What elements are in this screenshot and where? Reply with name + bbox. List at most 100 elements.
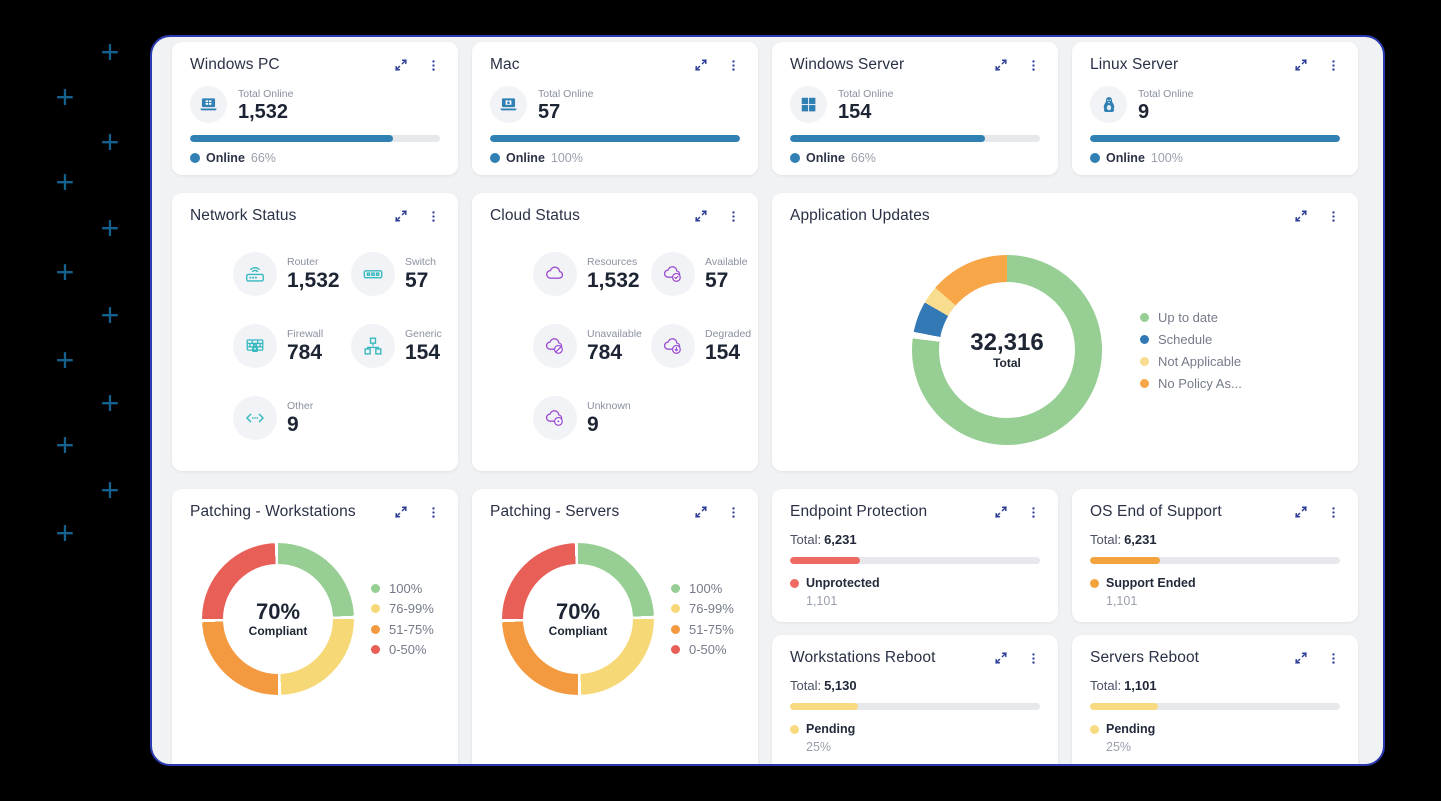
network-item-generic: Generic 154: [351, 324, 458, 368]
menu-button[interactable]: [1327, 59, 1340, 72]
kebab-icon: [1027, 59, 1040, 72]
laptop-windows-icon: [190, 86, 227, 123]
expand-icon: [1294, 651, 1308, 665]
expand-icon: [694, 209, 708, 223]
card-linux-server: Linux Server Total Online 9 Online: [1072, 42, 1358, 175]
laptop-apple-icon: [490, 86, 527, 123]
expand-button[interactable]: [394, 209, 408, 223]
menu-button[interactable]: [727, 506, 740, 519]
metric-value: 57: [538, 102, 593, 122]
expand-button[interactable]: [1294, 651, 1308, 665]
donut-center-label: Compliant: [249, 624, 308, 638]
item-label: Firewall: [287, 328, 323, 340]
legend-value: 25%: [1106, 740, 1340, 754]
legend-label: 100%: [689, 581, 722, 596]
item-value: 154: [705, 342, 751, 364]
firewall-icon: [233, 324, 277, 368]
network-item-switch: Switch 57: [351, 252, 458, 296]
kebab-icon: [1027, 506, 1040, 519]
legend-item: 0-50%: [371, 642, 434, 657]
cloud-unavailable-icon: [533, 324, 577, 368]
switch-icon: [351, 252, 395, 296]
progress-fill: [490, 135, 740, 142]
expand-button[interactable]: [694, 209, 708, 223]
expand-button[interactable]: [994, 58, 1008, 72]
network-item-firewall: Firewall 784: [233, 324, 351, 368]
total-line: Total:1,101: [1090, 678, 1340, 693]
menu-button[interactable]: [1327, 652, 1340, 665]
status-row: Online 66%: [190, 151, 440, 165]
expand-button[interactable]: [394, 505, 408, 519]
plus-icon: +: [56, 344, 75, 376]
legend-dot: [371, 625, 380, 634]
kebab-icon: [727, 506, 740, 519]
metric-label: Total Online: [1138, 88, 1193, 100]
status-row: Online 66%: [790, 151, 1040, 165]
patching-workstations-donut: 70% Compliant: [202, 543, 354, 695]
status-dot: [1090, 153, 1100, 163]
card-title: Application Updates: [790, 207, 1294, 225]
legend-label: 76-99%: [689, 601, 734, 616]
legend-dot: [1090, 725, 1099, 734]
legend-item: Schedule: [1140, 332, 1242, 347]
router-icon: [233, 252, 277, 296]
legend-item: 51-75%: [371, 622, 434, 637]
expand-button[interactable]: [1294, 58, 1308, 72]
menu-button[interactable]: [1327, 210, 1340, 223]
menu-button[interactable]: [427, 506, 440, 519]
menu-button[interactable]: [1027, 59, 1040, 72]
menu-button[interactable]: [1327, 506, 1340, 519]
item-label: Generic: [405, 328, 442, 340]
progress-track: [1090, 557, 1340, 564]
legend-item: 0-50%: [671, 642, 734, 657]
cloud-item-available: Available 57: [651, 252, 758, 296]
status-dot: [790, 153, 800, 163]
expand-button[interactable]: [694, 505, 708, 519]
expand-button[interactable]: [394, 58, 408, 72]
item-value: 1,532: [287, 270, 340, 292]
card-patching-servers: Patching - Servers 70% Compliant 100% 76…: [472, 489, 758, 766]
expand-icon: [694, 505, 708, 519]
item-value: 57: [705, 270, 747, 292]
expand-icon: [694, 58, 708, 72]
plus-icon: +: [101, 387, 120, 419]
expand-button[interactable]: [994, 651, 1008, 665]
menu-button[interactable]: [427, 59, 440, 72]
expand-icon: [394, 58, 408, 72]
progress-fill: [190, 135, 393, 142]
expand-button[interactable]: [694, 58, 708, 72]
legend-label: Pending: [806, 722, 855, 736]
expand-button[interactable]: [1294, 209, 1308, 223]
menu-button[interactable]: [727, 59, 740, 72]
expand-icon: [994, 58, 1008, 72]
progress-track: [490, 135, 740, 142]
legend-dot: [790, 579, 799, 588]
menu-button[interactable]: [1027, 506, 1040, 519]
progress-track: [190, 135, 440, 142]
card-os-end-of-support: OS End of Support Total:6,231 Support En…: [1072, 489, 1358, 622]
status-label: Online: [506, 151, 545, 165]
menu-button[interactable]: [1027, 652, 1040, 665]
legend-label: Support Ended: [1106, 576, 1196, 590]
status-value: 66%: [851, 151, 876, 165]
item-label: Available: [705, 256, 747, 268]
kebab-icon: [1327, 59, 1340, 72]
total-label: Total:: [1090, 532, 1121, 547]
menu-button[interactable]: [727, 210, 740, 223]
legend-dot: [1140, 313, 1149, 322]
card-mac: Mac Total Online 57 Online 100%: [472, 42, 758, 175]
menu-button[interactable]: [427, 210, 440, 223]
cloud-icon: [533, 252, 577, 296]
progress-track: [1090, 703, 1340, 710]
total-value: 6,231: [1124, 532, 1157, 547]
cloud-available-icon: [651, 252, 695, 296]
total-label: Total:: [790, 678, 821, 693]
status-value: 100%: [1151, 151, 1183, 165]
cloud-item-resources: Resources 1,532: [533, 252, 651, 296]
expand-button[interactable]: [1294, 505, 1308, 519]
expand-button[interactable]: [994, 505, 1008, 519]
legend-dot: [790, 725, 799, 734]
legend-dot: [671, 645, 680, 654]
total-label: Total:: [790, 532, 821, 547]
kebab-icon: [1327, 506, 1340, 519]
